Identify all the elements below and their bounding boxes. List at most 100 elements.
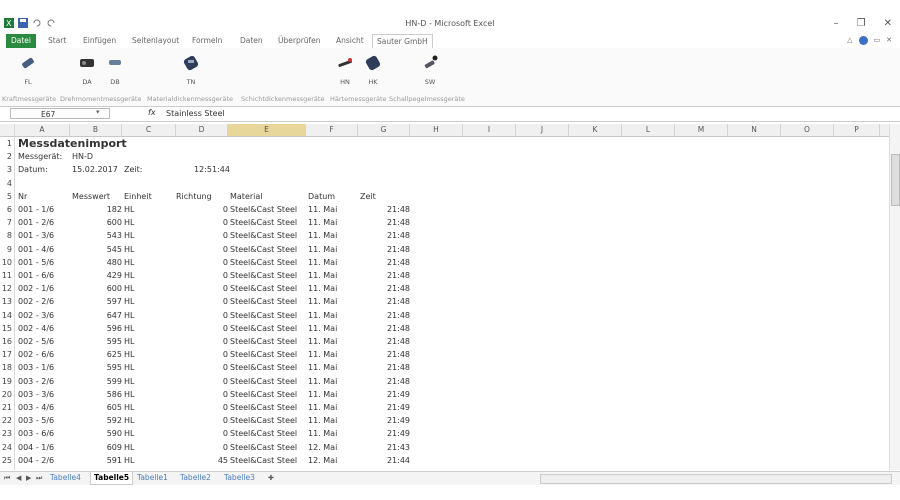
ribbon-minimize-icon[interactable]: △ [847,36,852,45]
cell-datum[interactable]: 11. Mai [308,427,337,440]
cell-richtung[interactable]: 0 [176,203,228,216]
column-header-h[interactable]: H [410,124,463,136]
cell-datum[interactable]: 11. Mai [308,229,337,242]
column-header-o[interactable]: O [781,124,834,136]
row-header[interactable]: 1 [0,137,14,150]
column-header-a[interactable]: A [15,124,70,136]
cell-nr[interactable]: 004 - 1/6 [18,441,54,454]
cell-material[interactable]: Steel&Cast Steel [230,441,297,454]
cell-messwert[interactable]: 591 [70,454,122,467]
cell-nr[interactable]: 003 - 6/6 [18,427,54,440]
cell-zeit[interactable]: 21:44 [360,454,410,467]
cell-datum[interactable]: 12. Mai [308,454,337,467]
cell-material[interactable]: Steel&Cast Steel [230,269,297,282]
cell-material[interactable]: Steel&Cast Steel [230,203,297,216]
cell-zeit[interactable]: 21:48 [360,348,410,361]
cell-richtung[interactable]: 0 [176,229,228,242]
cell-material[interactable]: Steel&Cast Steel [230,375,297,388]
row-header[interactable]: 14 [0,309,14,322]
cell-datum[interactable]: 11. Mai [308,322,337,335]
row-header[interactable]: 3 [0,163,14,176]
cell-richtung[interactable]: 0 [176,375,228,388]
row-header[interactable]: 16 [0,335,14,348]
cell-einheit[interactable]: HL [124,414,134,427]
column-header-d[interactable]: D [176,124,228,136]
cell-material[interactable]: Steel&Cast Steel [230,427,297,440]
cell-zeit[interactable]: 21:48 [360,269,410,282]
column-header-b[interactable]: B [70,124,122,136]
cell-zeit[interactable]: 21:49 [360,427,410,440]
cell-einheit[interactable]: HL [124,454,134,467]
cell-richtung[interactable]: 0 [176,295,228,308]
cell-material[interactable]: Steel&Cast Steel [230,256,297,269]
cell-nr[interactable]: 001 - 5/6 [18,256,54,269]
select-all-corner[interactable] [0,124,15,136]
cell-einheit[interactable]: HL [124,375,134,388]
cell-messwert[interactable]: 182 [70,203,122,216]
cell-material[interactable]: Steel&Cast Steel [230,361,297,374]
cell-messwert[interactable]: 590 [70,427,122,440]
cell-messwert[interactable]: 596 [70,322,122,335]
cell-nr[interactable]: 001 - 3/6 [18,229,54,242]
ribbon-button-hk[interactable]: HK [359,54,387,86]
time-value[interactable]: 12:51:44 [194,163,230,176]
cell-einheit[interactable]: HL [124,348,134,361]
column-header-f[interactable]: F [306,124,358,136]
cell-richtung[interactable]: 0 [176,256,228,269]
cell-zeit[interactable]: 21:48 [360,335,410,348]
cell-einheit[interactable]: HL [124,335,134,348]
ribbon-button-fl[interactable]: FL [14,54,42,86]
cell-zeit[interactable]: 21:48 [360,256,410,269]
row-header[interactable]: 13 [0,295,14,308]
cell-messwert[interactable]: 609 [70,441,122,454]
cell-richtung[interactable]: 0 [176,216,228,229]
row-header[interactable]: 4 [0,177,14,190]
doc-close-icon[interactable]: ✕ [886,36,892,45]
cell-richtung[interactable]: 0 [176,322,228,335]
cell-richtung[interactable]: 0 [176,388,228,401]
cell-material[interactable]: Steel&Cast Steel [230,335,297,348]
cell-messwert[interactable]: 600 [70,282,122,295]
column-header-e[interactable]: E [228,124,306,136]
cell-messwert[interactable]: 480 [70,256,122,269]
cell-messwert[interactable]: 429 [70,269,122,282]
sheet-title[interactable]: Messdatenimport [18,137,127,150]
cell-nr[interactable]: 003 - 4/6 [18,401,54,414]
cell-zeit[interactable]: 21:48 [360,229,410,242]
doc-minimize-icon[interactable]: ▭ [874,36,881,45]
cell-material[interactable]: Steel&Cast Steel [230,216,297,229]
cell-material[interactable]: Steel&Cast Steel [230,282,297,295]
row-header[interactable]: 8 [0,229,14,242]
cell-datum[interactable]: 11. Mai [308,243,337,256]
device-value[interactable]: HN-D [72,150,93,163]
cell-einheit[interactable]: HL [124,256,134,269]
cell-messwert[interactable]: 647 [70,309,122,322]
row-header[interactable]: 25 [0,454,14,467]
column-header-i[interactable]: I [463,124,516,136]
cell-nr[interactable]: 003 - 2/6 [18,375,54,388]
cell-zeit[interactable]: 21:49 [360,414,410,427]
cell-richtung[interactable]: 0 [176,269,228,282]
cell-zeit[interactable]: 21:48 [360,282,410,295]
cell-datum[interactable]: 11. Mai [308,414,337,427]
help-icon[interactable] [858,36,868,45]
cell-material[interactable]: Steel&Cast Steel [230,454,297,467]
cell-datum[interactable]: 11. Mai [308,203,337,216]
cell-nr[interactable]: 002 - 5/6 [18,335,54,348]
cell-einheit[interactable]: HL [124,269,134,282]
cell-datum[interactable]: 11. Mai [308,256,337,269]
cell-zeit[interactable]: 21:48 [360,243,410,256]
row-header[interactable]: 10 [0,256,14,269]
cell-messwert[interactable]: 543 [70,229,122,242]
ribbon-button-db[interactable]: DB [101,54,129,86]
cell-material[interactable]: Steel&Cast Steel [230,348,297,361]
column-header-n[interactable]: N [728,124,781,136]
column-header-c[interactable]: C [122,124,176,136]
restore-button[interactable]: ❐ [857,18,866,29]
cell-einheit[interactable]: HL [124,243,134,256]
column-title[interactable]: Nr [18,190,27,203]
cell-messwert[interactable]: 595 [70,361,122,374]
sheet-tab-tabelle1[interactable]: Tabelle1 [137,473,168,482]
cell-messwert[interactable]: 592 [70,414,122,427]
ribbon-button-sw[interactable]: SW [416,54,444,86]
